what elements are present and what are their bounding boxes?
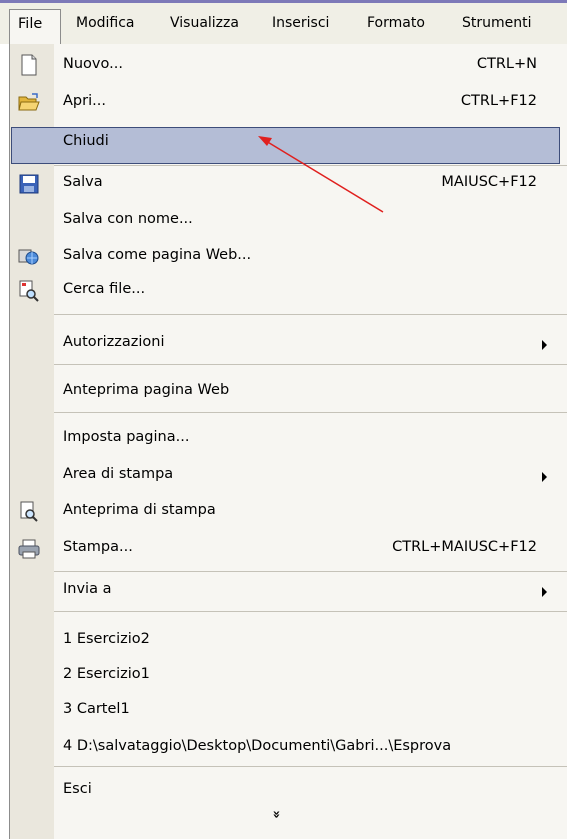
annotation-arrow xyxy=(258,136,384,213)
